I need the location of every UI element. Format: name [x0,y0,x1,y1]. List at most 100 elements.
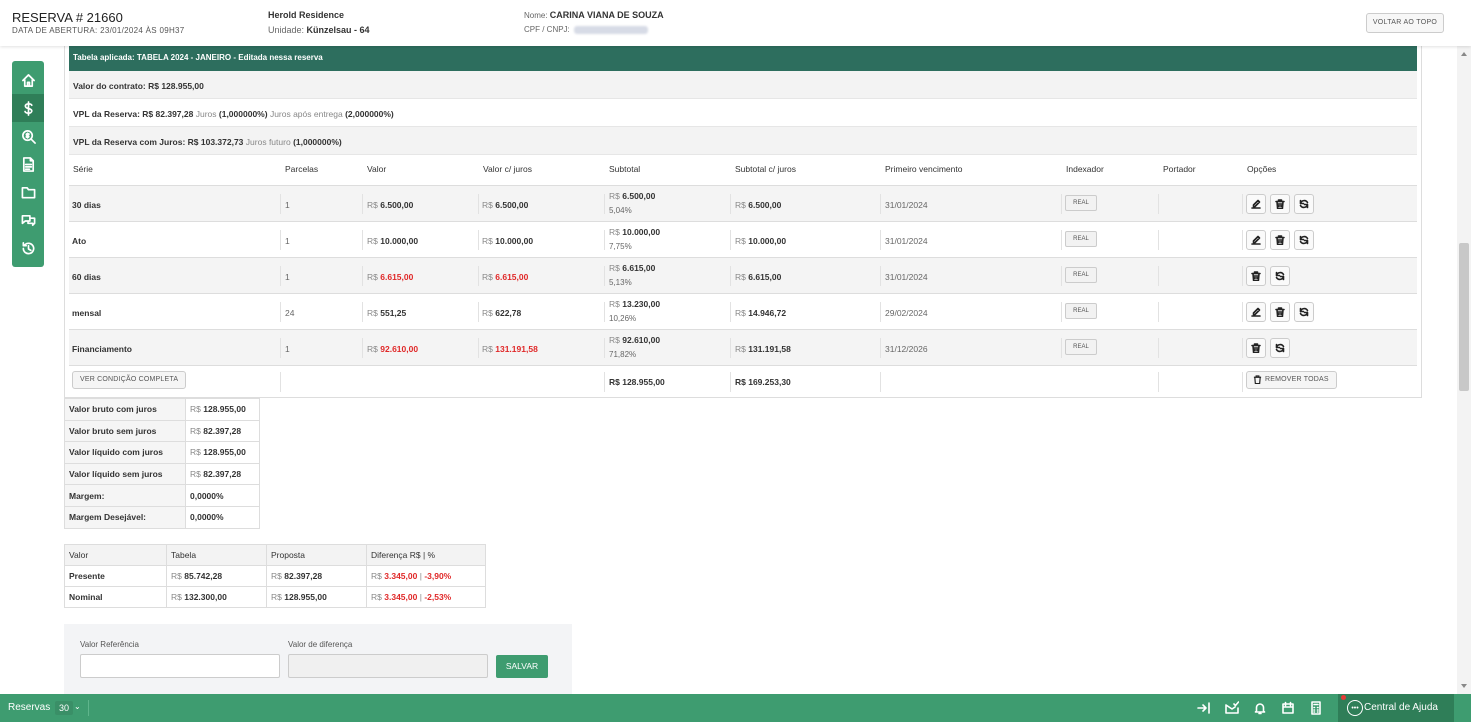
header-subtotal: Subtotal [609,164,641,174]
valor-referencia-input[interactable] [80,654,280,678]
divider [604,230,605,250]
sync-button[interactable] [1294,302,1314,322]
resumo-row: Valor bruto sem juros R$ 82.397,28 [64,419,260,443]
chevron-down-icon[interactable]: ⌄ [74,702,81,711]
subtotal-percent: 10,26% [609,314,637,323]
comparativo-diferenca: R$ 3.345,00 | -3,90% [366,565,486,587]
edit-icon [1251,235,1261,245]
juros-apos-label: Juros após entrega [269,109,343,119]
voltar-ao-topo-button[interactable]: VOLTAR AO TOPO [1366,13,1444,33]
cpf-label: CPF / CNPJ: [524,25,570,34]
comparativo-table: Valor Tabela Proposta Diferença R$ | % P… [64,544,486,608]
sync-button[interactable] [1294,194,1314,214]
page-scrollbar[interactable] [1457,46,1471,694]
salvar-button[interactable]: SALVAR [496,655,548,678]
divider [730,302,731,322]
divider [1061,266,1062,286]
simulacao-nav-button[interactable] [12,122,44,150]
resumo-label: Margem Desejável: [64,505,186,529]
subtotal-juros-amount: 6.500,00 [748,200,782,210]
divider [362,230,363,250]
delete-button[interactable] [1270,302,1290,322]
currency: R$ [482,272,493,282]
financeiro-nav-button[interactable] [12,94,44,122]
mensagens-nav-button[interactable] [12,206,44,234]
scrollbar-thumb[interactable] [1459,243,1469,391]
serie: 60 dias [72,272,101,282]
valor-juros: R$ 131.191,58 [482,344,538,354]
total-subtotal-juros: R$ 169.253,30 [735,377,791,387]
header-portador: Portador [1163,164,1196,174]
divider [1158,194,1159,214]
subtotal-juros: R$ 6.500,00 [735,200,781,210]
divider [280,194,281,214]
valor: R$ 92.610,00 [367,344,418,354]
sync-button[interactable] [1270,338,1290,358]
sync-button[interactable] [1294,230,1314,250]
calculator-button[interactable] [1308,700,1324,716]
mail-button[interactable] [1224,700,1240,716]
divider [1242,302,1243,322]
trash-icon [1275,307,1285,317]
currency: R$ [609,263,620,273]
scroll-down-icon[interactable] [1461,684,1467,688]
comparativo-header-row: Valor Tabela Proposta Diferença R$ | % [64,544,486,566]
currency: R$ [367,344,378,354]
edit-button[interactable] [1246,230,1266,250]
sync-button[interactable] [1270,266,1290,286]
folder-icon [21,186,35,198]
documentos-nav-button[interactable] [12,150,44,178]
currency: R$ [371,571,382,581]
reservas-count: 30 [55,701,74,715]
vpl-reserva-row: VPL da Reserva: R$ 82.397,28 Juros (1,00… [69,99,1417,127]
delete-button[interactable] [1270,230,1290,250]
edit-button[interactable] [1246,302,1266,322]
table-footer-row: VER CONDIÇÃO COMPLETA R$ 128.955,00 R$ 1… [69,365,1417,397]
primeiro-vencimento: 29/02/2024 [885,308,928,318]
divider [280,266,281,286]
currency: R$ [271,571,282,581]
central-de-ajuda-button[interactable]: ••• Central de Ajuda [1338,694,1454,722]
edit-button[interactable] [1246,194,1266,214]
juros-futuro-label: Juros futuro [245,137,291,147]
delete-button[interactable] [1246,266,1266,286]
divider [478,194,479,214]
divider [1242,266,1243,286]
exit-button[interactable] [1196,700,1212,716]
divider [478,338,479,358]
dollar-icon [23,100,33,116]
subtotal-juros: R$ 131.191,58 [735,344,791,354]
header-opcoes: Opções [1247,164,1277,174]
arquivos-nav-button[interactable] [12,178,44,206]
comparativo-tabela: R$ 85.742,28 [166,565,267,587]
subtotal-amount: 13.230,00 [622,299,661,309]
historico-nav-button[interactable] [12,234,44,262]
diferenca-percent: -3,90% [424,571,452,581]
scroll-up-icon[interactable] [1461,52,1467,56]
header-valor-juros: Valor c/ juros [483,164,532,174]
divider [1061,302,1062,322]
vpl-reserva: VPL da Reserva: R$ 82.397,28 [73,109,194,119]
delete-button[interactable] [1270,194,1290,214]
divider [730,194,731,214]
home-nav-button[interactable] [12,66,44,94]
top-bar: RESERVA # 21660 DATA DE ABERTURA: 23/01/… [0,0,1471,46]
comparativo-header: Diferença R$ | % [366,544,486,566]
comparativo-header: Proposta [266,544,367,566]
remover-todas-button[interactable]: REMOVER TODAS [1246,371,1337,389]
valor-juros-amount: 6.500,00 [495,200,529,210]
currency: R$ [609,335,620,345]
serie: Ato [72,236,87,246]
calendar-button[interactable] [1280,700,1296,716]
diferenca-amount: 3.345,00 [384,571,418,581]
ver-condicao-completa-button[interactable]: VER CONDIÇÃO COMPLETA [72,371,187,389]
parcelas: 1 [285,272,290,282]
subtotal-juros: R$ 14.946,72 [735,308,786,318]
edit-icon [1251,307,1261,317]
currency: R$ [190,425,201,436]
delete-button[interactable] [1246,338,1266,358]
notification-button[interactable] [1252,700,1268,716]
divider [280,230,281,250]
resumo-value: 0,0000% [185,484,260,507]
reservas-label[interactable]: Reservas [8,702,50,713]
